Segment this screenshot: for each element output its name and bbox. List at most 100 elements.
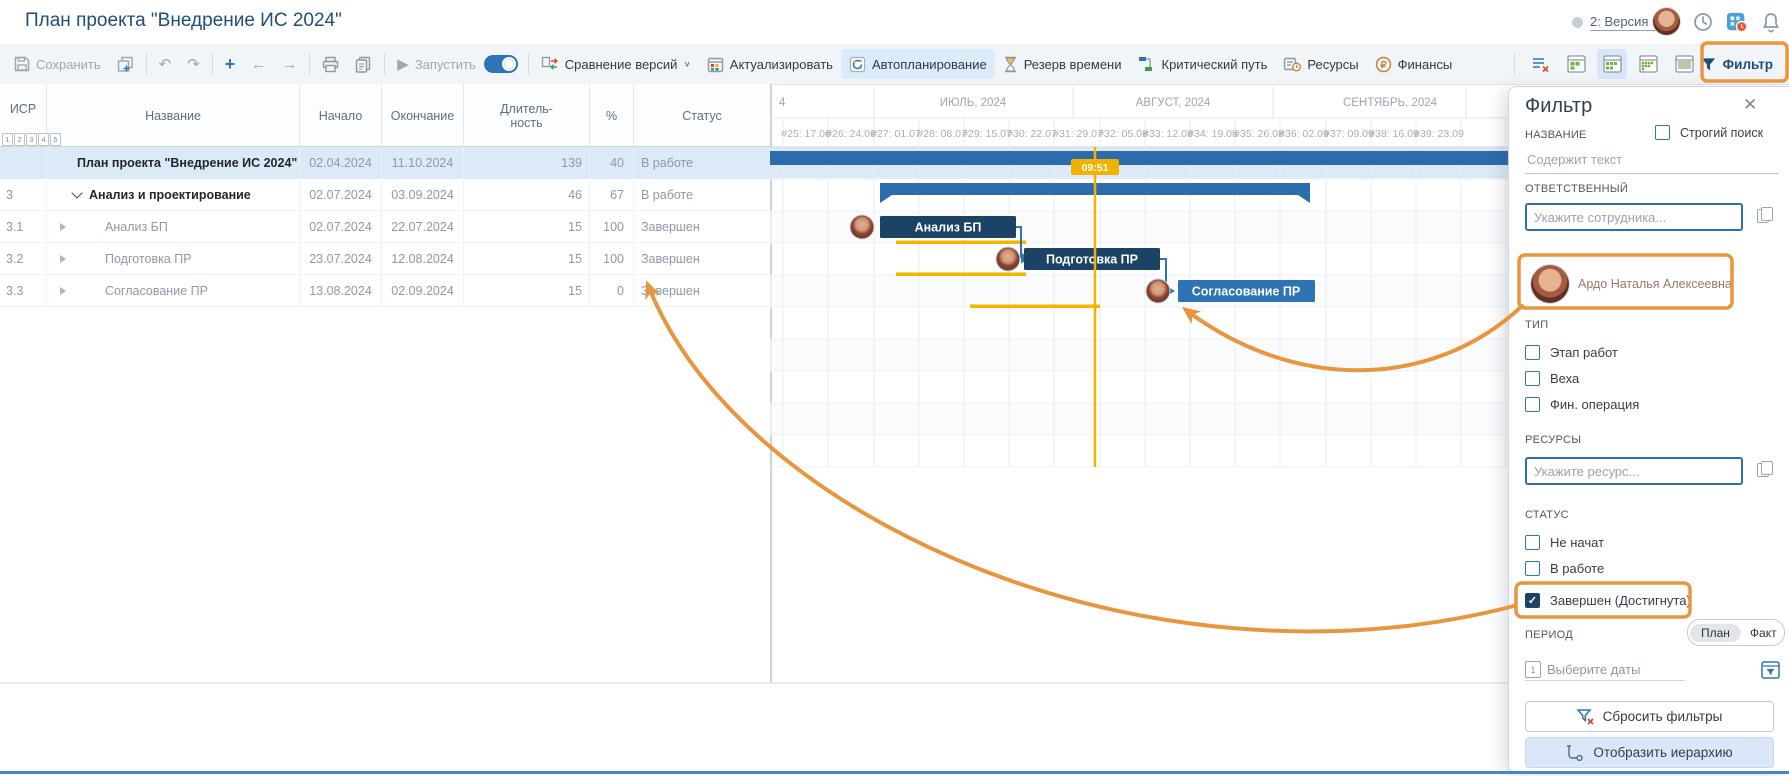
filter-panel-title: Фильтр <box>1525 95 1592 118</box>
type-fin-operation-checkbox[interactable]: Фин. операция <box>1525 397 1639 412</box>
column-header-status[interactable]: Статус <box>634 84 770 147</box>
table-row[interactable]: 3.1 Анализ БП 02.07.2024 22.07.2024 15 1… <box>0 211 770 243</box>
connector-arrow-icon <box>1021 253 1030 264</box>
level-button-4[interactable]: 4 <box>38 133 49 146</box>
notifications-bell-icon[interactable] <box>1760 11 1782 33</box>
run-button[interactable]: ▶ Запустить <box>389 49 483 79</box>
run-toggle[interactable] <box>484 55 518 73</box>
table-row[interactable]: 3 Анализ и проектирование 02.07.2024 03.… <box>0 179 770 211</box>
resource-search-input[interactable] <box>1525 457 1743 485</box>
resources-button[interactable]: Ресурсы <box>1275 49 1366 79</box>
printer-icon <box>322 56 339 73</box>
finance-button[interactable]: ₽ Финансы <box>1367 49 1461 79</box>
type-stage-checkbox[interactable]: Этап работ <box>1525 345 1618 360</box>
column-header-end[interactable]: Окончание <box>382 84 464 147</box>
show-hierarchy-button[interactable]: Отобразить иерархию <box>1525 737 1774 768</box>
checkbox-checked-icon: ✓ <box>1525 593 1540 608</box>
history-icon[interactable] <box>1692 11 1714 33</box>
duplicate-button[interactable] <box>347 49 380 79</box>
redo-button[interactable]: ↷ <box>179 49 208 79</box>
page-title: План проекта "Внедрение ИС 2024" <box>25 10 342 32</box>
level-button-2[interactable]: 2 <box>14 133 25 146</box>
status-not-started-checkbox[interactable]: Не начат <box>1525 535 1604 550</box>
summary-bar[interactable] <box>880 183 1310 203</box>
period-plan-option[interactable]: План <box>1690 624 1741 642</box>
status-in-progress-checkbox[interactable]: В работе <box>1525 561 1604 576</box>
date-range-picker[interactable]: 1 Выберите даты <box>1525 661 1774 679</box>
autoplan-button[interactable]: Автопланирование <box>841 49 995 79</box>
app-clock-icon[interactable] <box>1726 11 1748 33</box>
print-button[interactable] <box>314 49 347 79</box>
assignee-avatar[interactable] <box>1146 279 1170 303</box>
task-bar-analysis[interactable] <box>880 216 1016 238</box>
level-button-3[interactable]: 3 <box>26 133 37 146</box>
close-icon[interactable]: ✕ <box>1743 95 1757 115</box>
view-calendar-month-icon[interactable] <box>1633 49 1663 79</box>
table-row[interactable]: 3.2 Подготовка ПР 23.07.2024 12.08.2024 … <box>0 243 770 275</box>
floppy-icon <box>14 56 30 72</box>
strict-search-checkbox[interactable]: Строгий поиск <box>1655 125 1763 140</box>
actualize-button[interactable]: Актуализировать <box>699 49 841 79</box>
outdent-button[interactable]: ← <box>243 49 274 79</box>
task-bar-label: Подготовка ПР <box>1046 253 1138 267</box>
date-underline <box>1525 680 1685 681</box>
month-label: АВГУСТ, 2024 <box>1136 97 1211 109</box>
column-header-percent[interactable]: % <box>590 84 634 147</box>
copy-employees-icon[interactable] <box>1757 207 1771 223</box>
level-button-5[interactable]: 5 <box>50 133 61 146</box>
reset-filters-button[interactable]: Сбросить фильтры <box>1525 701 1774 732</box>
resources-section-label: РЕСУРСЫ <box>1525 434 1581 446</box>
copy-icon <box>355 56 372 73</box>
task-connector <box>1160 259 1166 291</box>
add-task-button[interactable]: + <box>217 49 244 79</box>
filter-panel: Фильтр ✕ НАЗВАНИЕ Строгий поиск ОТВЕТСТВ… <box>1508 86 1789 773</box>
assignee-avatar[interactable] <box>996 247 1020 271</box>
play-icon: ▶ <box>397 57 409 72</box>
copy-resources-icon[interactable] <box>1757 461 1771 477</box>
period-fact-option[interactable]: Факт <box>1741 624 1786 642</box>
status-completed-checkbox[interactable]: ✓Завершен (Достигнута) <box>1525 593 1691 608</box>
toggle-knob <box>502 57 516 71</box>
table-gantt-divider[interactable] <box>770 84 772 683</box>
assignee-avatar[interactable] <box>850 215 874 239</box>
selected-employee-chip[interactable]: Ардо Наталья Алексеевна <box>1521 259 1733 309</box>
employee-avatar <box>1531 265 1569 303</box>
critical-path-button[interactable]: Критический путь <box>1130 49 1276 79</box>
level-button-1[interactable]: 1 <box>2 133 13 146</box>
table-row[interactable]: 3.3 Согласование ПР 13.08.2024 02.09.202… <box>0 275 770 307</box>
save-button[interactable]: Сохранить <box>6 49 109 79</box>
view-list-icon[interactable] <box>1525 49 1555 79</box>
table-row[interactable]: План проекта "Внедрение ИС 2024" 02.04.2… <box>0 147 1508 179</box>
time-reserve-button[interactable]: Резерв времени <box>995 49 1130 79</box>
status-value: Завершен <box>634 211 770 243</box>
employee-search-input[interactable] <box>1525 203 1743 231</box>
calendar-filter-icon[interactable] <box>1761 660 1780 679</box>
version-link[interactable]: 2: Версия 2 <box>1590 14 1659 31</box>
month-label: 4 <box>779 97 786 109</box>
indent-button[interactable]: → <box>274 49 305 79</box>
wbs-level-buttons: 1 2 3 4 5 <box>2 133 61 146</box>
copy-plan-button[interactable] <box>109 49 142 79</box>
filter-button[interactable]: Фильтр <box>1691 49 1783 79</box>
view-calendar-week-icon[interactable] <box>1597 49 1627 79</box>
plus-icon: + <box>225 55 236 73</box>
undo-button[interactable]: ↶ <box>151 49 180 79</box>
view-calendar-day-icon[interactable] <box>1561 49 1591 79</box>
column-header-duration[interactable]: Длитель­ность <box>464 84 590 147</box>
name-section-label: НАЗВАНИЕ <box>1525 129 1587 141</box>
task-bar-preparation[interactable] <box>1024 248 1160 270</box>
compare-versions-button[interactable]: Сравнение версий ∨ <box>533 49 699 79</box>
contains-text-input[interactable] <box>1525 145 1778 174</box>
type-milestone-checkbox[interactable]: Веха <box>1525 371 1579 386</box>
column-header-start[interactable]: Начало <box>300 84 382 147</box>
collapse-chevron-icon[interactable] <box>71 187 82 198</box>
task-bar-approval[interactable] <box>1178 280 1315 302</box>
month-label: ИЮЛЬ, 2024 <box>940 97 1007 109</box>
svg-text:₽: ₽ <box>1380 60 1387 71</box>
ruble-icon: ₽ <box>1375 56 1392 73</box>
user-avatar[interactable] <box>1653 8 1680 35</box>
connector-arrow-icon <box>1166 286 1175 297</box>
column-header-name[interactable]: Название <box>47 84 300 147</box>
week-label: #34: 19.08 <box>1188 128 1238 140</box>
period-toggle[interactable]: План Факт <box>1687 619 1785 646</box>
